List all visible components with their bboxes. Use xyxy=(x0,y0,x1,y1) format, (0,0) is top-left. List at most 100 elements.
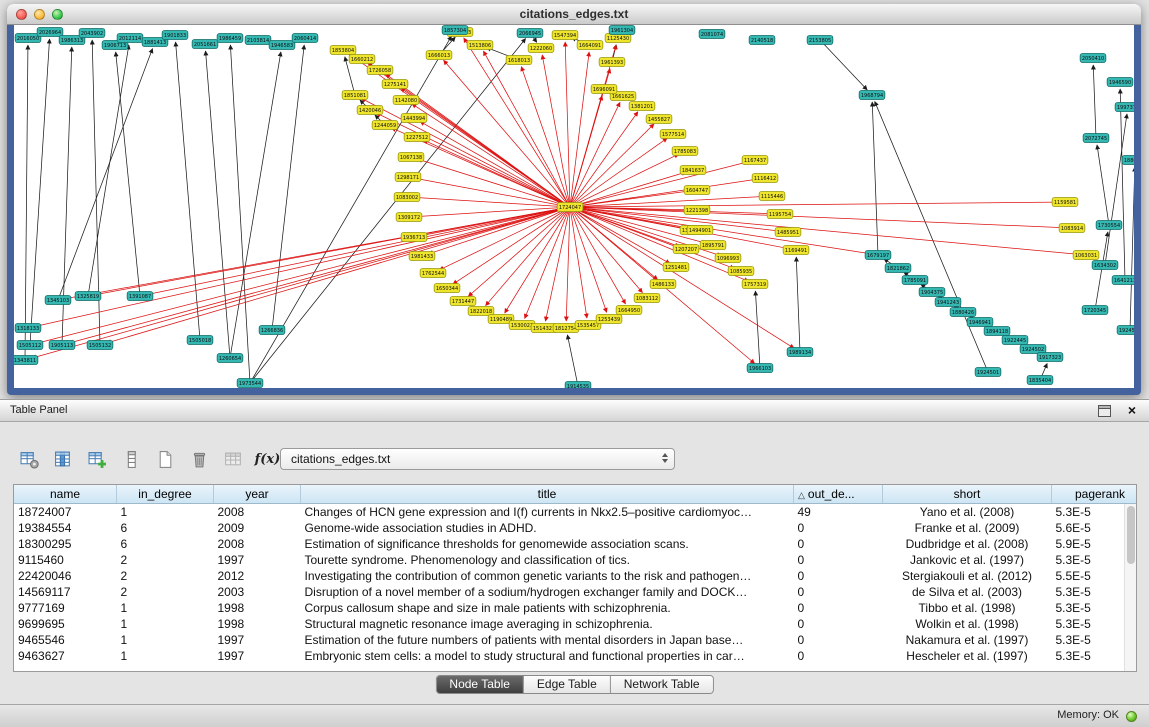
network-node[interactable]: 1604747 xyxy=(684,186,710,195)
network-node[interactable]: 1618013 xyxy=(506,56,532,65)
network-node[interactable]: 1298171 xyxy=(395,173,421,182)
network-node[interactable]: 1391087 xyxy=(127,292,153,301)
window-titlebar[interactable]: citations_edges.txt xyxy=(7,4,1141,25)
network-node[interactable]: 2153805 xyxy=(807,36,833,45)
network-node[interactable]: 1343811 xyxy=(14,356,38,365)
column-header-name[interactable]: name xyxy=(14,485,117,504)
network-view[interactable]: 1853804166021217260581275141114208014439… xyxy=(14,25,1134,388)
tab-edge-table[interactable]: Edge Table xyxy=(524,676,611,693)
network-node[interactable]: 1821862 xyxy=(885,264,911,273)
network-node[interactable]: 1679197 xyxy=(865,251,891,260)
table-row[interactable]: 2242004622012Investigating the contribut… xyxy=(14,568,1137,584)
network-node[interactable]: 1922445 xyxy=(1002,336,1028,345)
network-node[interactable]: 1547394 xyxy=(552,31,578,40)
network-node[interactable]: 2060414 xyxy=(292,34,318,43)
network-node[interactable]: 1505132 xyxy=(87,341,113,350)
network-node[interactable]: 1936713 xyxy=(401,233,427,242)
network-node[interactable]: 1063031 xyxy=(1073,251,1099,260)
network-node[interactable]: 1096993 xyxy=(715,254,741,263)
close-window-button[interactable] xyxy=(16,9,27,20)
table-row[interactable]: 1456911722003Disruption of a novel membe… xyxy=(14,584,1137,600)
network-node[interactable]: 1901833 xyxy=(162,31,188,40)
network-node[interactable]: 1207207 xyxy=(673,245,699,254)
network-node[interactable]: 1505112 xyxy=(17,341,43,350)
network-node[interactable]: 1851081 xyxy=(342,91,368,100)
new-column-button[interactable] xyxy=(84,447,111,472)
network-node[interactable]: 1946590 xyxy=(1107,78,1133,87)
network-node[interactable]: 1085935 xyxy=(728,267,754,276)
network-node[interactable]: 1968794 xyxy=(859,91,885,100)
network-node[interactable]: 1455827 xyxy=(646,115,672,124)
network-node[interactable]: 2140518 xyxy=(749,36,775,45)
network-node[interactable]: 1986459 xyxy=(217,34,243,43)
network-node[interactable]: 1905113 xyxy=(49,341,75,350)
network-node[interactable]: 1730554 xyxy=(1096,221,1122,230)
import-table-button[interactable] xyxy=(220,447,247,472)
network-node[interactable]: 1485951 xyxy=(775,228,801,237)
delete-button[interactable] xyxy=(186,447,213,472)
network-node[interactable]: 1894118 xyxy=(984,327,1010,336)
network-node[interactable]: 1083002 xyxy=(394,193,420,202)
network-node[interactable]: 1067138 xyxy=(398,153,424,162)
table-row[interactable]: 1830029562008Estimation of significance … xyxy=(14,536,1137,552)
table-row[interactable]: 977716911998Corpus callosum shape and si… xyxy=(14,600,1137,616)
network-node[interactable]: 1260654 xyxy=(217,354,243,363)
network-node[interactable]: 1381201 xyxy=(629,102,655,111)
network-node[interactable]: 2051661 xyxy=(192,40,218,49)
network-node[interactable]: 1169491 xyxy=(783,246,809,255)
network-node[interactable]: 1275141 xyxy=(382,80,408,89)
column-header-pagerank[interactable]: pagerank xyxy=(1052,485,1138,504)
zoom-window-button[interactable] xyxy=(52,9,63,20)
network-node[interactable]: 2103814 xyxy=(245,36,271,45)
network-node[interactable]: 1251481 xyxy=(663,263,689,272)
network-node[interactable]: 1167437 xyxy=(742,156,768,165)
network-node[interactable]: 1083112 xyxy=(634,294,660,303)
network-node[interactable]: 1253439 xyxy=(596,315,622,324)
network-node[interactable]: 1660212 xyxy=(349,55,375,64)
close-panel-icon[interactable]: × xyxy=(1128,402,1136,418)
network-node[interactable]: 1634302 xyxy=(1092,261,1118,270)
scrollbar-thumb[interactable] xyxy=(1127,506,1135,564)
column-header-year[interactable]: year xyxy=(214,485,301,504)
network-node[interactable]: 1664091 xyxy=(577,41,603,50)
network-node[interactable]: 1318133 xyxy=(15,324,41,333)
network-node[interactable]: 1486133 xyxy=(650,280,676,289)
float-panel-icon[interactable] xyxy=(1098,405,1111,417)
network-node[interactable]: 1505018 xyxy=(187,336,213,345)
network-node[interactable]: 1221398 xyxy=(684,206,710,215)
network-node[interactable]: 1731447 xyxy=(450,297,476,306)
network-node[interactable]: 1115446 xyxy=(759,192,785,201)
network-canvas[interactable]: 1853804166021217260581275141114208014439… xyxy=(14,25,1134,388)
column-settings-button[interactable] xyxy=(16,447,43,472)
table-row[interactable]: 969969511998Structural magnetic resonanc… xyxy=(14,616,1137,632)
table-row[interactable]: 946554611997Estimation of the future num… xyxy=(14,632,1137,648)
network-node[interactable]: 1726058 xyxy=(367,66,393,75)
network-node[interactable]: 1841637 xyxy=(680,166,706,175)
table-row[interactable]: 911546021997Tourette syndrome. Phenomeno… xyxy=(14,552,1137,568)
vertical-scrollbar[interactable] xyxy=(1124,504,1136,671)
network-node[interactable]: 1924501 xyxy=(975,368,1001,377)
network-node[interactable]: 1981433 xyxy=(409,252,435,261)
network-node[interactable]: 2026964 xyxy=(37,28,63,37)
network-node[interactable]: 1420046 xyxy=(357,106,383,115)
network-node[interactable]: 1720345 xyxy=(1082,306,1108,315)
table-row[interactable]: 1872400712008Changes of HCN gene express… xyxy=(14,504,1137,521)
network-node[interactable]: 1835404 xyxy=(1027,376,1053,385)
narrow-table-button[interactable] xyxy=(118,447,145,472)
network-node[interactable]: 1785091 xyxy=(902,276,928,285)
network-node[interactable]: 1325819 xyxy=(75,292,101,301)
network-node[interactable]: 1666013 xyxy=(426,51,452,60)
network-node[interactable]: 1222060 xyxy=(528,44,554,53)
network-node[interactable]: 1083914 xyxy=(1059,224,1085,233)
tab-network-table[interactable]: Network Table xyxy=(611,676,713,693)
table-source-dropdown[interactable]: citations_edges.txt xyxy=(280,448,675,470)
network-node[interactable]: 1961304 xyxy=(609,26,635,35)
select-columns-button[interactable] xyxy=(50,447,77,472)
network-node[interactable]: 1946941 xyxy=(967,318,993,327)
network-node[interactable]: 1266836 xyxy=(259,326,285,335)
network-node[interactable]: 2072745 xyxy=(1083,134,1109,143)
network-node[interactable]: 1664950 xyxy=(616,306,642,315)
column-header-short[interactable]: short xyxy=(883,485,1052,504)
network-node[interactable]: 1973544 xyxy=(237,379,263,388)
network-node[interactable]: 1159581 xyxy=(1052,198,1078,207)
